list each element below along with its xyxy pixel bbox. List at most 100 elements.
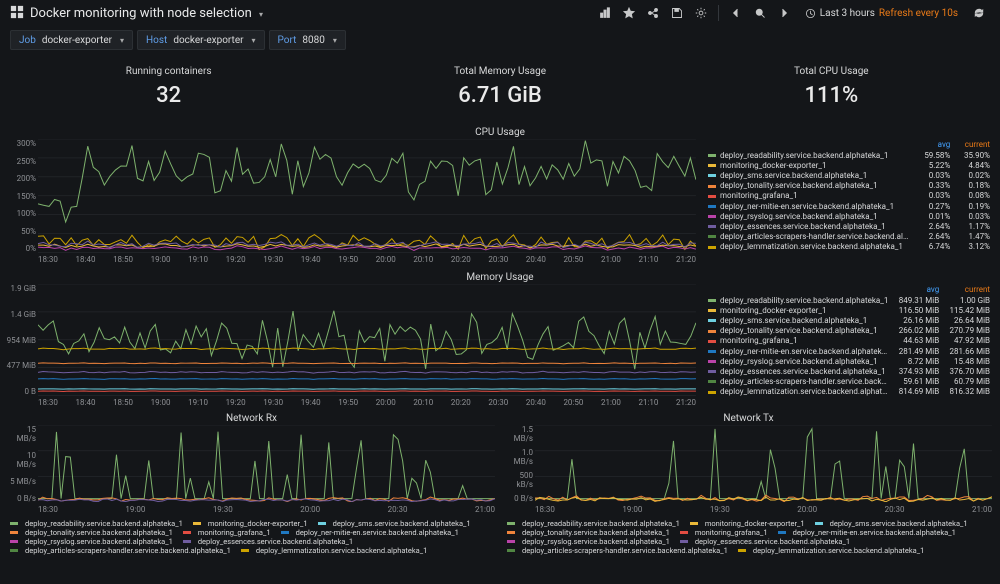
legend-header-avg[interactable]: avg [915,139,955,150]
legend-row[interactable]: deploy_rsyslog.service.backend.alphateka… [704,356,994,366]
panel-add-icon[interactable] [594,2,616,24]
chevron-right-icon[interactable] [773,2,795,24]
legend-item[interactable]: deploy_tonality.service.backend.alphatek… [10,528,173,537]
legend-item[interactable]: deploy_readability.service.backend.alpha… [507,519,680,528]
legend-item[interactable]: deploy_readability.service.backend.alpha… [10,519,183,528]
share-icon[interactable] [642,2,664,24]
series-name: deploy_ner-mitie-en.service.backend.alph… [720,202,894,211]
legend-header-current[interactable]: current [954,139,994,150]
legend-row[interactable]: deploy_readability.service.backend.alpha… [704,150,994,160]
series-name: deploy_rsyslog.service.backend.alphateka… [720,357,878,366]
series-name: deploy_lemmatization.service.backend.alp… [720,242,903,251]
legend-row[interactable]: deploy_tonality.service.backend.alphatek… [704,181,994,191]
legend-item[interactable]: deploy_sms.service.backend.alphateka_1 [318,519,471,528]
legend-row[interactable]: deploy_essences.service.backend.alphatek… [704,366,994,376]
series-name: deploy_articles-scrapers-handler.service… [720,377,892,386]
variable-job[interactable]: Job docker-exporter ▾ [10,30,133,50]
refresh-icon[interactable] [968,2,990,24]
variable-host-value: docker-exporter [173,35,243,46]
legend-row[interactable]: deploy_rsyslog.service.backend.alphateka… [704,211,994,221]
legend-item[interactable]: deploy_tonality.service.backend.alphatek… [507,528,670,537]
panel-title: Network Tx [503,410,994,425]
legend-item[interactable]: deploy_ner-mitie-en.service.backend.alph… [281,528,459,537]
series-name: deploy_readability.service.backend.alpha… [720,296,888,305]
cpu-graph[interactable]: 300%250%200%150%100%50%0% 18:3018:4018:5… [6,139,698,267]
legend-item[interactable]: deploy_articles-scrapers-handler.service… [507,546,728,555]
panel-network-rx: Network Rx 15 MB/s10 MB/s5 MB/s0 B/s 18:… [6,410,497,555]
series-name: deploy_tonality.service.backend.alphatek… [720,181,878,190]
legend-row[interactable]: deploy_sms.service.backend.alphateka_126… [704,315,994,325]
legend-row[interactable]: deploy_ner-mitie-en.service.backend.alph… [704,201,994,211]
dashboard-title[interactable]: Docker monitoring with node selection ▾ [30,6,263,21]
panel-network-tx: Network Tx 1.5 MB/s1.0 MB/s500 kB/s0 B/s… [503,410,994,555]
zoom-out-icon[interactable] [749,2,771,24]
legend-header-avg[interactable]: avg [892,284,943,295]
time-picker[interactable]: Last 3 hours Refresh every 10s [797,2,966,24]
legend-item[interactable]: monitoring_docker-exporter_1 [193,519,308,528]
series-name: monitoring_grafana_1 [720,191,798,200]
legend-row[interactable]: deploy_lemmatization.service.backend.alp… [704,387,994,397]
legend-item[interactable]: monitoring_grafana_1 [183,528,271,537]
legend-row[interactable]: deploy_sms.service.backend.alphateka_10.… [704,170,994,180]
dashboard-icon[interactable] [10,5,24,22]
legend-row[interactable]: deploy_lemmatization.service.backend.alp… [704,242,994,252]
network-rx-legend: deploy_readability.service.backend.alpha… [6,517,497,555]
legend-header-current[interactable]: current [943,284,994,295]
panel-memory-usage: Memory Usage 1.9 GiB1.4 GiB954 MiB477 Mi… [0,267,1000,410]
series-name: deploy_essences.service.backend.alphatek… [720,367,886,376]
panel-title: CPU Usage [6,124,994,139]
legend-item[interactable]: deploy_lemmatization.service.backend.alp… [241,546,427,555]
legend-row[interactable]: deploy_ner-mitie-en.service.backend.alph… [704,346,994,356]
panel-title: Network Rx [6,410,497,425]
memory-graph[interactable]: 1.9 GiB1.4 GiB954 MiB477 MiB0 B 18:3018:… [6,284,698,410]
legend-item[interactable]: deploy_rsyslog.service.backend.alphateka… [507,537,670,546]
cpu-legend: avgcurrent deploy_readability.service.ba… [698,139,994,267]
series-name: monitoring_grafana_1 [720,336,798,345]
variable-job-value: docker-exporter [42,35,112,46]
legend-item[interactable]: deploy_articles-scrapers-handler.service… [10,546,231,555]
stat-running-containers: Running containers 32 [6,58,331,118]
legend-row[interactable]: monitoring_grafana_144.63 MiB47.92 MiB [704,336,994,346]
variable-job-label: Job [19,35,36,46]
legend-item[interactable]: deploy_ner-mitie-en.service.backend.alph… [778,528,956,537]
series-name: deploy_sms.service.backend.alphateka_1 [720,316,867,325]
clock-icon [805,8,816,19]
legend-row[interactable]: monitoring_docker-exporter_1116.50 MiB11… [704,305,994,315]
legend-row[interactable]: deploy_articles-scrapers-handler.service… [704,377,994,387]
series-name: deploy_rsyslog.service.backend.alphateka… [720,212,878,221]
stat-title: Total CPU Usage [669,66,994,77]
legend-item[interactable]: monitoring_docker-exporter_1 [690,519,805,528]
series-name: deploy_tonality.service.backend.alphatek… [720,326,878,335]
legend-item[interactable]: deploy_rsyslog.service.backend.alphateka… [10,537,173,546]
legend-row[interactable]: monitoring_grafana_10.03%0.08% [704,191,994,201]
dashboard-title-text: Docker monitoring with node selection [30,6,252,21]
series-name: deploy_lemmatization.service.backend.alp… [720,387,892,396]
legend-row[interactable]: deploy_tonality.service.backend.alphatek… [704,326,994,336]
chevron-down-icon: ▾ [252,36,256,45]
legend-item[interactable]: deploy_lemmatization.service.backend.alp… [738,546,924,555]
variable-port-value: 8080 [302,35,324,46]
gear-icon[interactable] [690,2,712,24]
chevron-down-icon: ▾ [120,36,124,45]
network-tx-graph[interactable]: 1.5 MB/s1.0 MB/s500 kB/s0 B/s 18:3019:00… [503,425,994,517]
variable-port[interactable]: Port 8080▾ [269,30,346,50]
stat-title: Total Memory Usage [337,66,662,77]
star-icon[interactable] [618,2,640,24]
variable-host[interactable]: Host docker-exporter▾ [137,30,264,50]
stat-value: 6.71 GiB [337,83,662,108]
stat-value: 111% [669,83,994,108]
legend-row[interactable]: deploy_readability.service.backend.alpha… [704,295,994,305]
series-name: monitoring_docker-exporter_1 [720,306,826,315]
stat-value: 32 [6,83,331,108]
legend-row[interactable]: monitoring_docker-exporter_15.22%4.84% [704,160,994,170]
chevron-left-icon[interactable] [725,2,747,24]
save-icon[interactable] [666,2,688,24]
legend-row[interactable]: deploy_articles-scrapers-handler.service… [704,232,994,242]
series-name: deploy_essences.service.backend.alphatek… [720,222,886,231]
network-rx-graph[interactable]: 15 MB/s10 MB/s5 MB/s0 B/s 18:3019:0019:3… [6,425,497,517]
legend-item[interactable]: deploy_sms.service.backend.alphateka_1 [815,519,968,528]
legend-item[interactable]: deploy_essences.service.backend.alphatek… [183,537,353,546]
legend-item[interactable]: deploy_essences.service.backend.alphatek… [680,537,850,546]
legend-item[interactable]: monitoring_grafana_1 [680,528,768,537]
legend-row[interactable]: deploy_essences.service.backend.alphatek… [704,221,994,231]
